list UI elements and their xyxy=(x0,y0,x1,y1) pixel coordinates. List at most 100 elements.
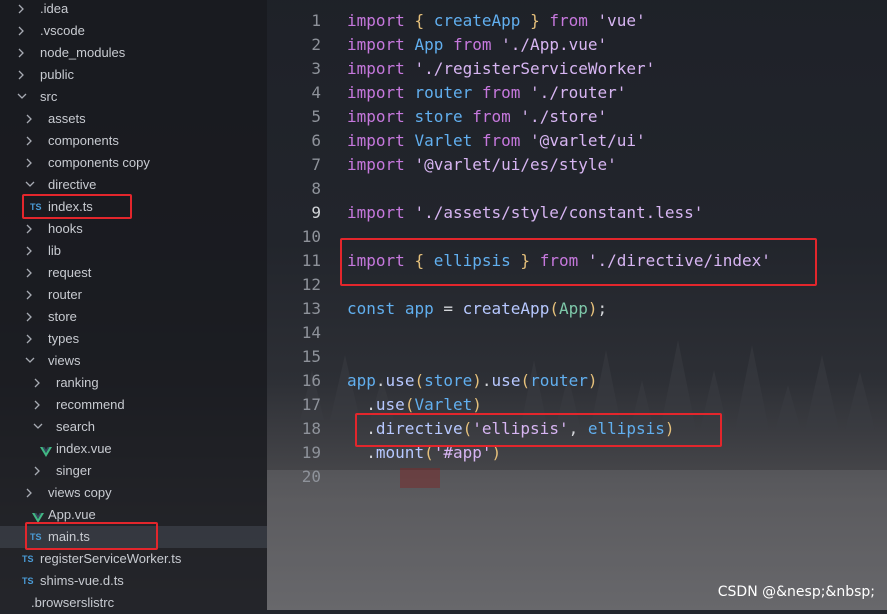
chevron-right-icon[interactable] xyxy=(25,328,35,350)
tree-file[interactable]: TS registerServiceWorker.ts xyxy=(0,548,267,570)
chevron-right-icon[interactable] xyxy=(25,152,35,174)
tree-folder[interactable]: search xyxy=(0,416,267,438)
file-explorer: .idea .vscode node_modules public src assets c… xyxy=(0,0,267,610)
code-text[interactable]: const app = createApp(App); xyxy=(347,297,607,321)
chevron-down-icon[interactable] xyxy=(17,86,27,108)
code-line[interactable]: 3 import './registerServiceWorker' xyxy=(267,57,887,81)
code-line[interactable]: 2 import App from './App.vue' xyxy=(267,33,887,57)
tree-item-label: views xyxy=(48,353,81,368)
highlight-box-index-ts xyxy=(22,194,132,219)
chevron-down-icon[interactable] xyxy=(25,174,35,196)
line-number: 6 xyxy=(311,131,321,150)
line-number: 16 xyxy=(301,371,321,390)
chevron-down-icon[interactable] xyxy=(33,416,43,438)
chevron-right-icon[interactable] xyxy=(25,240,35,262)
chevron-right-icon[interactable] xyxy=(25,306,35,328)
tree-item-label: views copy xyxy=(48,485,112,500)
chevron-right-icon[interactable] xyxy=(25,482,35,504)
tree-item-label: search xyxy=(56,419,96,434)
chevron-right-icon[interactable] xyxy=(33,460,43,482)
line-number: 15 xyxy=(301,347,321,366)
tree-folder[interactable]: components xyxy=(0,130,267,152)
chevron-right-icon[interactable] xyxy=(33,394,43,416)
tree-folder[interactable]: request xyxy=(0,262,267,284)
tree-item-label: .idea xyxy=(40,1,69,16)
code-text[interactable]: import '@varlet/ui/es/style' xyxy=(347,153,617,177)
code-line[interactable]: 7 import '@varlet/ui/es/style' xyxy=(267,153,887,177)
tree-folder[interactable]: node_modules xyxy=(0,42,267,64)
chevron-right-icon[interactable] xyxy=(25,130,35,152)
tree-folder[interactable]: public xyxy=(0,64,267,86)
line-number: 5 xyxy=(311,107,321,126)
code-line[interactable]: 8 xyxy=(267,177,887,201)
tree-item-label: singer xyxy=(56,463,92,478)
code-text[interactable]: import router from './router' xyxy=(347,81,626,105)
code-text[interactable]: import './assets/style/constant.less' xyxy=(347,201,703,225)
code-line[interactable]: 9 import './assets/style/constant.less' xyxy=(267,201,887,225)
code-line[interactable]: 1 import { createApp } from 'vue' xyxy=(267,9,887,33)
line-number: 18 xyxy=(301,419,321,438)
line-number: 12 xyxy=(301,275,321,294)
tree-item-label: hooks xyxy=(48,221,83,236)
tree-folder[interactable]: types xyxy=(0,328,267,350)
code-line[interactable]: 20 xyxy=(267,465,887,489)
tree-folder[interactable]: router xyxy=(0,284,267,306)
tree-item-label: store xyxy=(48,309,77,324)
code-line[interactable]: 15 xyxy=(267,345,887,369)
code-text[interactable]: import Varlet from '@varlet/ui' xyxy=(347,129,646,153)
chevron-right-icon[interactable] xyxy=(25,262,35,284)
tree-item-label: registerServiceWorker.ts xyxy=(40,551,182,566)
chevron-right-icon[interactable] xyxy=(17,0,27,20)
csdn-watermark: CSDN @&nesp;&nbsp; xyxy=(717,584,875,600)
code-text[interactable]: app.use(store).use(router) xyxy=(347,369,598,393)
code-line[interactable]: 13 const app = createApp(App); xyxy=(267,297,887,321)
tree-folder[interactable]: .vscode xyxy=(0,20,267,42)
tree-folder[interactable]: assets xyxy=(0,108,267,130)
chevron-right-icon[interactable] xyxy=(25,284,35,306)
line-number: 13 xyxy=(301,299,321,318)
chevron-right-icon[interactable] xyxy=(17,42,27,64)
chevron-down-icon[interactable] xyxy=(25,350,35,372)
highlight-box-main-ts xyxy=(25,522,158,550)
tree-item-label: index.vue xyxy=(56,441,112,456)
tree-folder[interactable]: views copy xyxy=(0,482,267,504)
code-line[interactable]: 16 app.use(store).use(router) xyxy=(267,369,887,393)
highlight-box-import-ellipsis xyxy=(340,238,817,286)
tree-file[interactable]: TS shims-vue.d.ts xyxy=(0,570,267,592)
tree-folder[interactable]: views xyxy=(0,350,267,372)
code-text[interactable]: import './registerServiceWorker' xyxy=(347,57,655,81)
code-text[interactable]: import App from './App.vue' xyxy=(347,33,607,57)
tree-item-label: types xyxy=(48,331,80,346)
code-text[interactable]: import { createApp } from 'vue' xyxy=(347,9,646,33)
tree-folder[interactable]: lib xyxy=(0,240,267,262)
line-number: 8 xyxy=(311,179,321,198)
tree-folder[interactable]: singer xyxy=(0,460,267,482)
chevron-right-icon[interactable] xyxy=(25,108,35,130)
code-editor[interactable]: 1 import { createApp } from 'vue' 2 import … xyxy=(267,0,887,610)
line-number: 14 xyxy=(301,323,321,342)
tree-folder[interactable]: ranking xyxy=(0,372,267,394)
line-number: 1 xyxy=(311,11,321,30)
tree-folder[interactable]: directive xyxy=(0,174,267,196)
tree-folder[interactable]: hooks xyxy=(0,218,267,240)
tree-folder[interactable]: recommend xyxy=(0,394,267,416)
typescript-file-icon: TS xyxy=(22,554,34,564)
tree-folder[interactable]: .idea xyxy=(0,0,267,20)
chevron-right-icon[interactable] xyxy=(17,20,27,42)
tree-file[interactable]: .browserslistrc xyxy=(0,592,267,614)
code-text[interactable]: import store from './store' xyxy=(347,105,607,129)
tree-folder[interactable]: store xyxy=(0,306,267,328)
chevron-right-icon[interactable] xyxy=(25,218,35,240)
tree-folder[interactable]: components copy xyxy=(0,152,267,174)
line-number: 19 xyxy=(301,443,321,462)
code-line[interactable]: 4 import router from './router' xyxy=(267,81,887,105)
code-line[interactable]: 5 import store from './store' xyxy=(267,105,887,129)
tree-item-label: request xyxy=(48,265,92,280)
chevron-right-icon[interactable] xyxy=(17,64,27,86)
tree-file[interactable]: index.vue xyxy=(0,438,267,460)
chevron-right-icon[interactable] xyxy=(33,372,43,394)
tree-item-label: assets xyxy=(48,111,86,126)
code-line[interactable]: 6 import Varlet from '@varlet/ui' xyxy=(267,129,887,153)
code-line[interactable]: 14 xyxy=(267,321,887,345)
tree-folder[interactable]: src xyxy=(0,86,267,108)
